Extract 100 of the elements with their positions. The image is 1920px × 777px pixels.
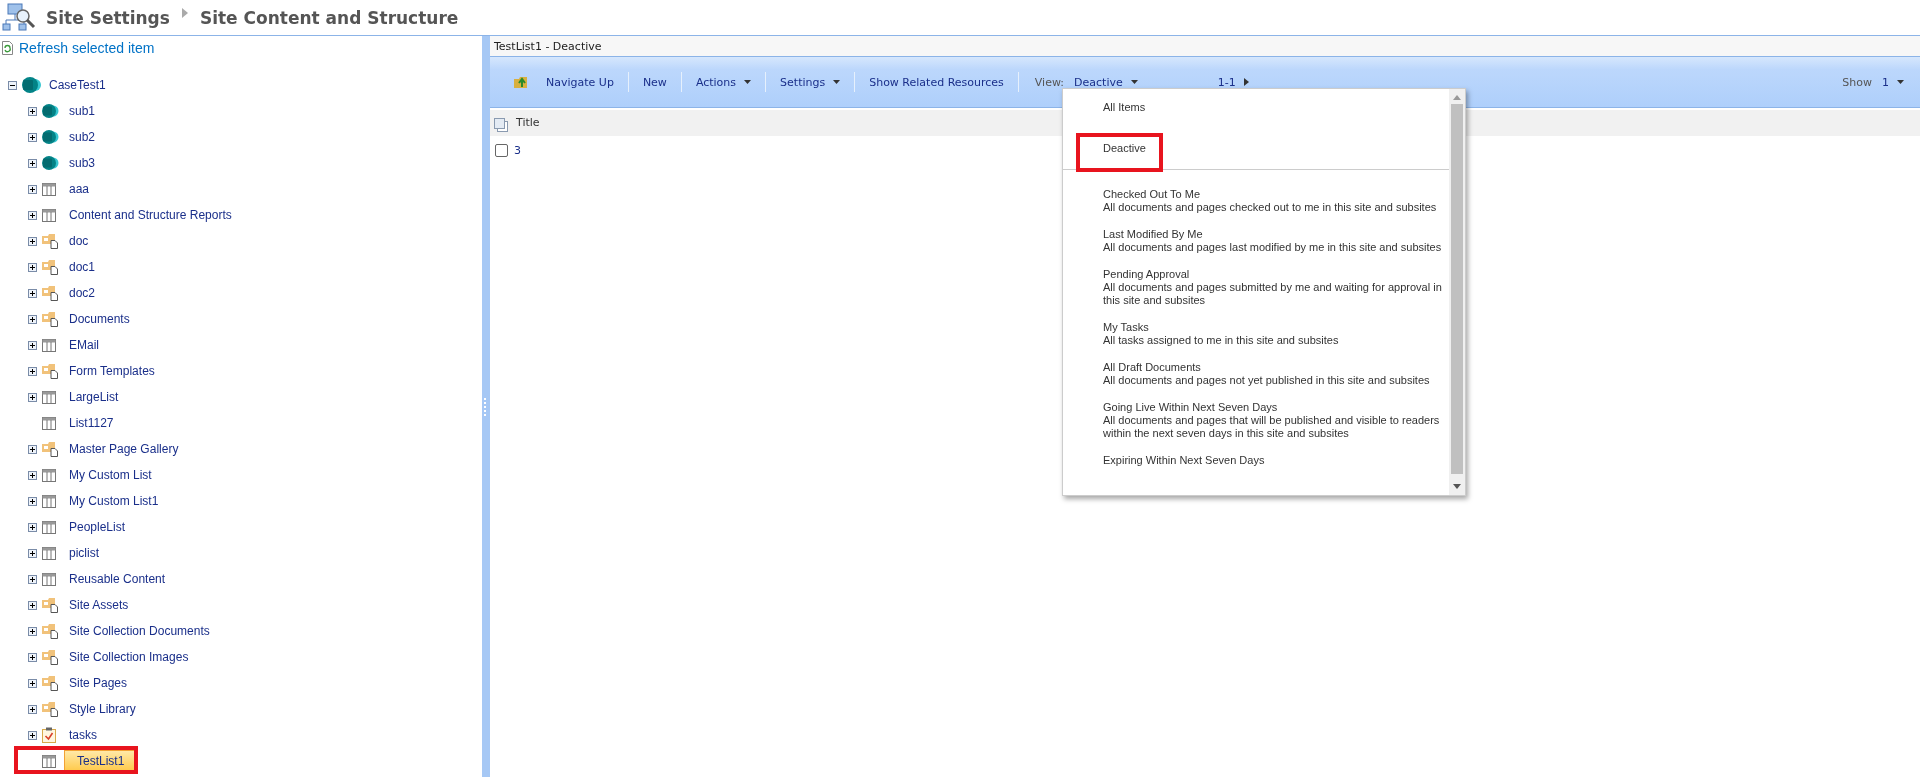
list-icon [42,390,56,404]
tree-item[interactable]: Reusable Content [64,569,171,589]
toolbar-button[interactable]: New [632,71,677,93]
breadcrumb-item[interactable]: Site Content and Structure [199,7,459,28]
site-icon [42,103,59,119]
expand-toggle-icon[interactable] [8,80,17,90]
breadcrumb-separator-icon [181,8,188,18]
next-page-icon[interactable] [1243,78,1249,86]
expand-toggle-icon[interactable] [28,210,37,220]
expand-toggle-icon[interactable] [28,470,37,480]
expand-toggle-icon[interactable] [28,522,37,532]
expand-toggle-icon[interactable] [28,236,37,246]
view-menu-item[interactable]: Expiring Within Next Seven Days [1063,454,1449,481]
list-icon [42,416,56,430]
tree-item[interactable]: sub3 [64,153,101,173]
tree-item[interactable]: PeopleList [64,517,131,537]
folder-document-icon [42,675,59,691]
row-checkbox[interactable] [495,143,508,157]
expand-toggle-icon[interactable] [28,678,37,688]
tree-item[interactable]: Style Library [64,699,141,719]
tree-item[interactable]: List1127 [64,413,119,433]
view-menu-item[interactable]: Going Live Within Next Seven Days All documents and pages that will be published and visible to readers within the next seven days in this site and subsites [1063,401,1449,454]
expand-toggle-icon[interactable] [28,392,37,402]
table-cell-link[interactable]: 3 [514,143,521,157]
tree-item[interactable]: Form Templates [64,361,160,381]
tree-item[interactable]: LargeList [64,387,124,407]
site-icon [22,76,42,94]
view-menu-item[interactable]: My Tasks All tasks assigned to me in this site and subsites [1063,321,1449,361]
folder-document-icon [42,363,59,379]
expand-toggle-icon[interactable] [28,652,37,662]
tree-item[interactable]: doc1 [64,257,101,277]
toolbar-button[interactable]: Show Related Resources [859,71,1014,93]
dropdown-caret-icon [1897,80,1904,84]
tree-item[interactable]: Site Collection Images [64,647,194,667]
folder-document-icon [42,311,59,327]
breadcrumb-item[interactable]: Site Settings [46,7,170,28]
tree-item[interactable]: My Custom List1 [64,491,164,511]
folder-document-icon [42,285,59,301]
expand-toggle-icon[interactable] [28,704,37,714]
dropdown-caret-icon [833,80,841,84]
toolbar-button[interactable]: Navigate Up [504,71,624,93]
refresh-link[interactable]: Refresh selected item [19,40,155,56]
tree-item[interactable]: Master Page Gallery [64,439,184,459]
select-all-icon[interactable] [494,118,508,132]
site-map-search-icon [2,2,36,33]
folder-up-arrow-icon [514,75,530,89]
toolbar-button[interactable]: Settings [770,71,851,93]
view-selector[interactable]: Deactive [1064,71,1148,93]
expand-toggle-icon[interactable] [28,340,37,350]
expand-toggle-icon[interactable] [28,366,37,376]
expand-toggle-icon[interactable] [28,496,37,506]
folder-document-icon [42,701,59,717]
expand-toggle-icon[interactable] [28,184,37,194]
list-icon [42,572,56,586]
tree-item[interactable]: sub2 [64,127,101,147]
expand-toggle-icon[interactable] [28,106,37,116]
tree-item[interactable]: Documents [64,309,135,329]
expand-toggle-icon[interactable] [28,158,37,168]
expand-toggle-icon[interactable] [28,548,37,558]
scrollbar[interactable] [1449,89,1465,495]
scroll-down-icon[interactable] [1453,484,1461,489]
tree-item[interactable]: aaa [64,179,95,199]
page-size-selector[interactable]: 1 [1872,71,1914,93]
tree-item[interactable]: Content and Structure Reports [64,205,237,225]
list-icon [42,468,56,482]
list-view-title: TestList1 - Deactive [494,39,602,53]
expand-toggle-icon[interactable] [28,262,37,272]
expand-toggle-icon[interactable] [28,314,37,324]
tree-item[interactable]: doc [64,231,94,251]
view-menu-item[interactable]: Last Modified By Me All documents and pages last modified by me in this site and subsites [1063,228,1449,268]
tree-item[interactable]: CaseTest1 [44,75,111,95]
expand-toggle-icon[interactable] [28,444,37,454]
tree-item[interactable]: EMail [64,335,104,355]
tree-item[interactable]: Site Assets [64,595,134,615]
view-menu-item[interactable]: Deactive [1063,128,1449,169]
expand-toggle-icon[interactable] [28,730,37,740]
folder-document-icon [42,259,59,275]
tree-item[interactable]: tasks [64,725,102,745]
folder-document-icon [42,649,59,665]
tree-item[interactable]: doc2 [64,283,101,303]
view-menu-item[interactable]: Checked Out To Me All documents and pages checked out to me in this site and subsites [1063,188,1449,228]
tree-item[interactable]: Site Pages [64,673,133,693]
tree-item[interactable]: My Custom List [64,465,157,485]
folder-document-icon [42,441,59,457]
view-menu-item[interactable]: All Items [1063,101,1449,128]
column-header[interactable]: Title [516,116,540,129]
expand-toggle-icon[interactable] [28,600,37,610]
view-menu-item[interactable]: Pending Approval All documents and pages submitted by me and waiting for approval in this site and subsites [1063,268,1449,321]
expand-toggle-icon[interactable] [28,132,37,142]
tree-item[interactable]: Site Collection Documents [64,621,215,641]
toolbar-button[interactable]: Actions [685,71,762,93]
paging-range: 1-1 [1217,75,1236,89]
expand-toggle-icon[interactable] [28,574,37,584]
tree-item[interactable]: sub1 [64,101,101,121]
view-menu-item[interactable]: All Draft Documents All documents and pages not yet published in this site and subsites [1063,361,1449,401]
clipboard-check-icon [42,727,56,743]
expand-toggle-icon[interactable] [28,626,37,636]
tree-item[interactable]: piclist [64,543,104,563]
expand-toggle-icon[interactable] [28,288,37,298]
list-icon [42,182,56,196]
